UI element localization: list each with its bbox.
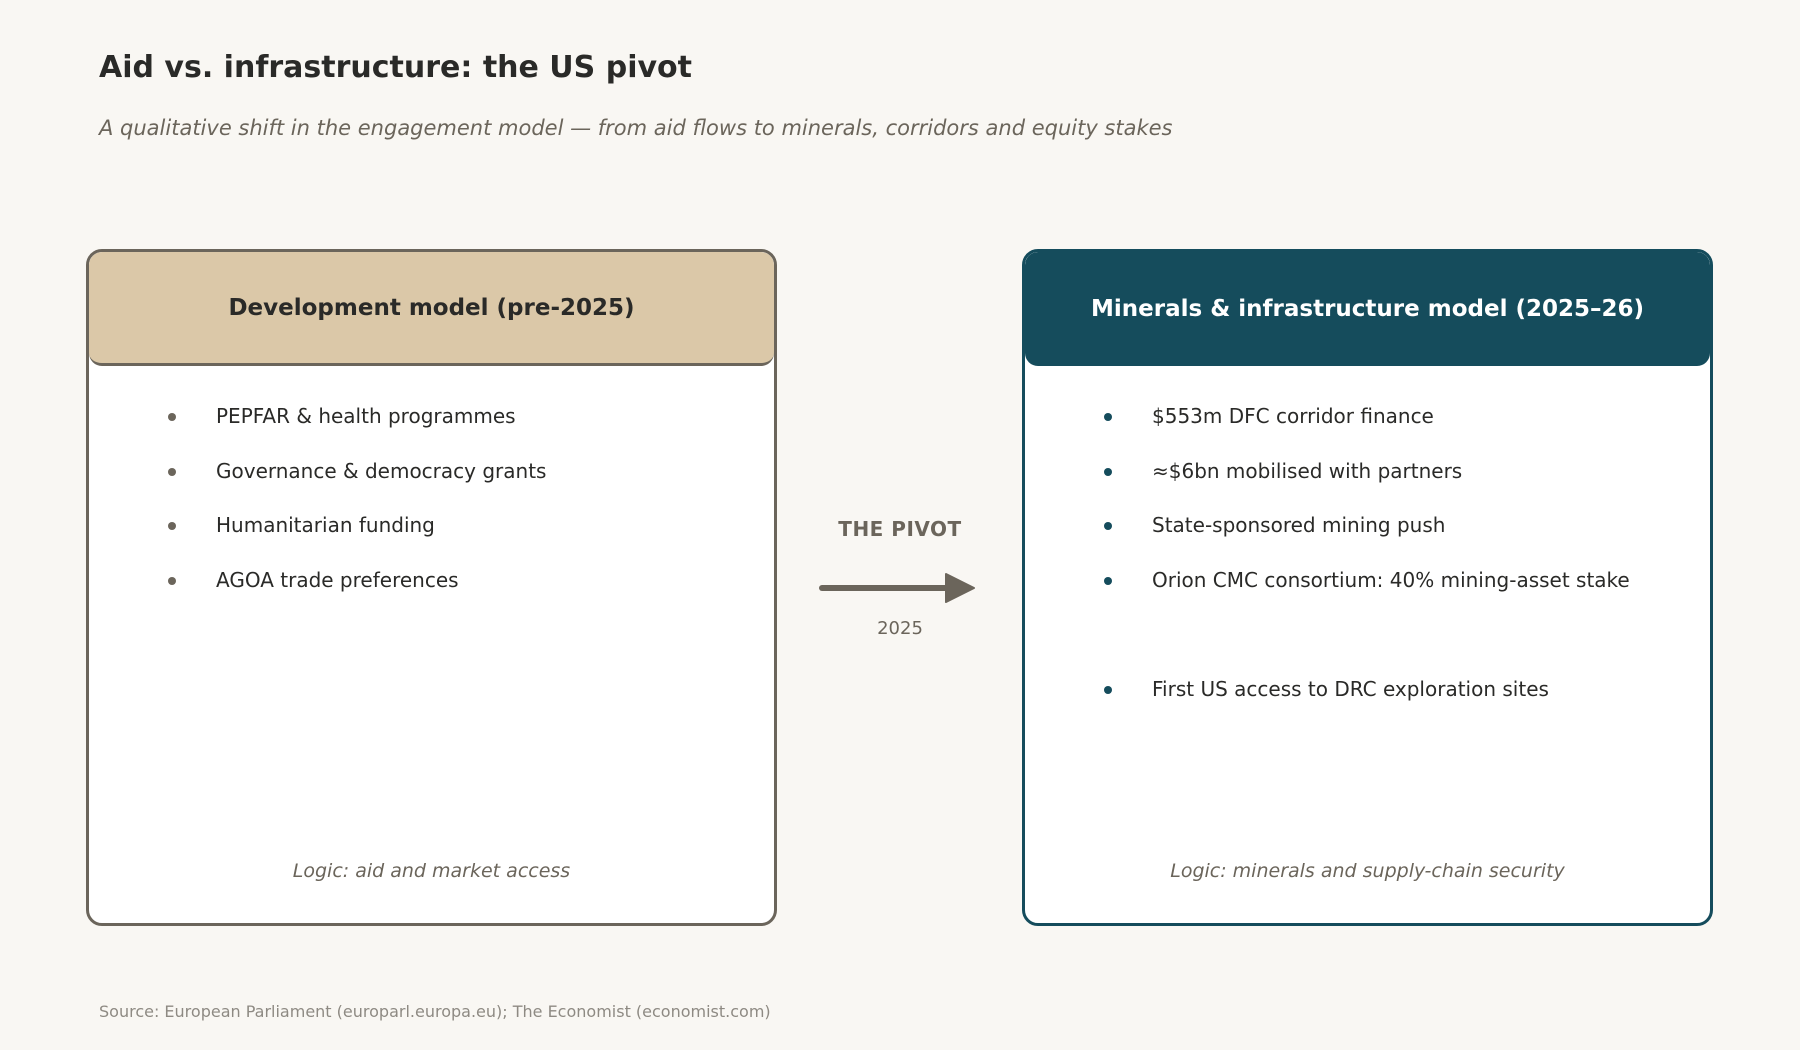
minerals-model-header: Minerals & infrastructure model (2025–26… bbox=[1025, 252, 1710, 366]
list-item: Orion CMC consortium: 40% mining-asset s… bbox=[1025, 565, 1710, 595]
page-title: Aid vs. infrastructure: the US pivot bbox=[99, 50, 692, 85]
list-item: ≈$6bn mobilised with partners bbox=[1025, 456, 1710, 486]
bullet-icon bbox=[1104, 522, 1112, 530]
pivot-year: 2025 bbox=[877, 618, 923, 639]
list-item-text: ≈$6bn mobilised with partners bbox=[1152, 459, 1463, 483]
source-note: Source: European Parliament (europarl.eu… bbox=[99, 1002, 771, 1021]
list-item: First US access to DRC exploration sites bbox=[1025, 674, 1710, 704]
list-item: Governance & democracy grants bbox=[89, 456, 774, 486]
bullet-icon bbox=[1104, 686, 1112, 694]
page-subtitle: A qualitative shift in the engagement mo… bbox=[99, 116, 1173, 140]
bullet-icon bbox=[168, 522, 176, 530]
list-item-text: State-sponsored mining push bbox=[1152, 513, 1446, 537]
bullet-icon bbox=[1104, 577, 1112, 585]
list-item-text: AGOA trade preferences bbox=[216, 568, 459, 592]
bullet-icon bbox=[1104, 413, 1112, 421]
bullet-icon bbox=[168, 413, 176, 421]
list-item-text: Orion CMC consortium: 40% mining-asset s… bbox=[1152, 568, 1630, 592]
list-item-text: First US access to DRC exploration sites bbox=[1152, 677, 1549, 701]
bullet-icon bbox=[168, 577, 176, 585]
minerals-model-logic: Logic: minerals and supply-chain securit… bbox=[1170, 860, 1565, 882]
list-item: PEPFAR & health programmes bbox=[89, 401, 774, 431]
list-item-text: PEPFAR & health programmes bbox=[216, 404, 516, 428]
bullet-icon bbox=[1104, 468, 1112, 476]
list-item-text: Governance & democracy grants bbox=[216, 459, 547, 483]
list-item: State-sponsored mining push bbox=[1025, 510, 1710, 540]
bullet-icon bbox=[168, 468, 176, 476]
list-item-text: Humanitarian funding bbox=[216, 513, 435, 537]
development-model-panel: Development model (pre-2025) PEPFAR & he… bbox=[86, 249, 777, 926]
list-item-text: $553m DFC corridor finance bbox=[1152, 404, 1434, 428]
list-item: $553m DFC corridor finance bbox=[1025, 401, 1710, 431]
minerals-model-panel: Minerals & infrastructure model (2025–26… bbox=[1022, 249, 1713, 926]
development-model-header: Development model (pre-2025) bbox=[89, 252, 774, 366]
development-model-logic: Logic: aid and market access bbox=[292, 860, 571, 882]
pivot-label: THE PIVOT bbox=[838, 517, 962, 541]
list-item: AGOA trade preferences bbox=[89, 565, 774, 595]
pivot-arrow-icon bbox=[819, 573, 975, 603]
list-item: Humanitarian funding bbox=[89, 510, 774, 540]
